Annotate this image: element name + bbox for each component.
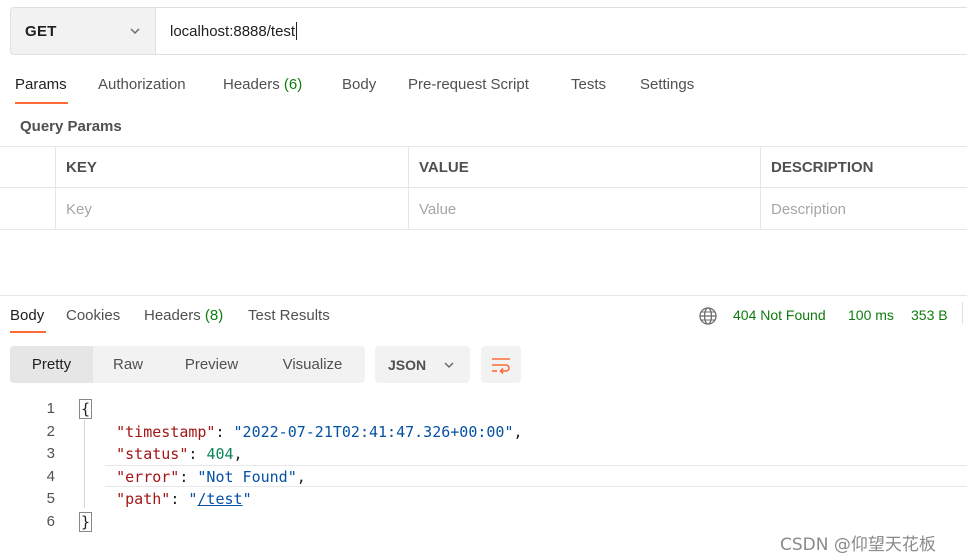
code-line: 2 "timestamp": "2022-07-21T02:41:47.326+… — [0, 421, 967, 443]
json-key: "error" — [116, 467, 180, 486]
json-key: "timestamp" — [116, 422, 216, 441]
url-value: localhost:8888/test — [170, 22, 296, 40]
text-caret — [296, 22, 298, 40]
json-value: "Not Found" — [197, 467, 297, 486]
tab-tests[interactable]: Tests — [571, 76, 606, 93]
close-brace: } — [78, 511, 93, 532]
tab-body[interactable]: Body — [342, 76, 376, 93]
params-empty-row: Key Value Description — [0, 189, 967, 230]
globe-icon[interactable] — [698, 306, 718, 326]
column-divider — [760, 147, 761, 230]
path-link[interactable]: /test — [197, 490, 242, 508]
line-number: 1 — [46, 400, 55, 417]
open-brace: { — [78, 399, 93, 419]
value-input[interactable]: Value — [408, 189, 760, 230]
wrap-lines-button[interactable] — [481, 346, 521, 383]
column-header-value: VALUE — [419, 159, 469, 176]
view-visualize-button[interactable]: Visualize — [260, 346, 365, 383]
view-raw-button[interactable]: Raw — [93, 346, 163, 383]
tab-headers[interactable]: Headers (6) — [223, 76, 302, 93]
json-key: "path" — [116, 490, 171, 508]
line-number: 4 — [46, 467, 55, 485]
headers-count: (6) — [283, 76, 303, 93]
column-divider — [55, 147, 56, 230]
line-number: 5 — [46, 490, 55, 507]
url-input[interactable]: localhost:8888/test — [155, 7, 967, 55]
response-tab-body[interactable]: Body — [10, 307, 44, 324]
response-divider[interactable] — [0, 295, 967, 296]
response-headers-count: (8) — [204, 307, 224, 324]
json-value: "2022-07-21T02:41:47.326+00:00" — [233, 422, 514, 441]
description-input[interactable]: Description — [760, 189, 967, 230]
code-line: 3 "status": 404, — [0, 443, 967, 465]
chevron-down-icon — [444, 362, 454, 369]
column-header-description: DESCRIPTION — [771, 159, 874, 176]
tab-settings[interactable]: Settings — [640, 76, 694, 93]
json-value: "/test" — [188, 490, 252, 508]
params-header-row: KEY VALUE DESCRIPTION — [0, 147, 967, 188]
json-key: "status" — [116, 445, 189, 463]
response-tab-headers[interactable]: Headers (8) — [144, 307, 223, 324]
format-select[interactable]: JSON — [375, 346, 470, 383]
view-pretty-button[interactable]: Pretty — [10, 346, 93, 383]
line-number: 2 — [46, 422, 55, 440]
line-number: 6 — [46, 512, 55, 530]
tab-params[interactable]: Params — [15, 76, 67, 93]
params-table: KEY VALUE DESCRIPTION Key Value Descript… — [0, 146, 967, 230]
column-divider — [408, 147, 409, 230]
response-time[interactable]: 100 ms — [848, 307, 894, 323]
code-line: 1 { — [0, 398, 967, 420]
view-mode-group: Pretty Raw Preview Visualize — [10, 346, 365, 383]
query-params-title: Query Params — [20, 118, 122, 135]
response-status[interactable]: 404 Not Found — [733, 307, 826, 323]
response-tab-cookies[interactable]: Cookies — [66, 307, 120, 324]
key-input[interactable]: Key — [55, 189, 408, 230]
watermark: CSDN @仰望天花板 — [780, 535, 936, 555]
json-value: 404 — [206, 445, 234, 463]
response-size[interactable]: 353 B — [911, 307, 948, 323]
wrap-lines-icon — [492, 357, 510, 374]
line-number: 3 — [46, 445, 55, 462]
tab-authorization[interactable]: Authorization — [98, 76, 186, 93]
response-tab-test-results[interactable]: Test Results — [248, 307, 330, 324]
chevron-down-icon — [130, 28, 140, 35]
panel-edge — [962, 302, 963, 324]
tab-pre-request-script[interactable]: Pre-request Script — [408, 76, 529, 93]
column-header-key: KEY — [66, 159, 97, 176]
request-tabs: Params Authorization Headers (6) Body Pr… — [0, 70, 967, 104]
method-select[interactable]: GET — [10, 7, 155, 55]
format-label: JSON — [388, 356, 427, 373]
active-tab-indicator — [15, 102, 68, 104]
code-line: 4 "error": "Not Found", — [0, 466, 967, 488]
active-response-tab-indicator — [10, 331, 46, 333]
code-line: 5 "path": "/test" — [0, 488, 967, 510]
view-preview-button[interactable]: Preview — [163, 346, 260, 383]
method-label: GET — [25, 22, 57, 40]
